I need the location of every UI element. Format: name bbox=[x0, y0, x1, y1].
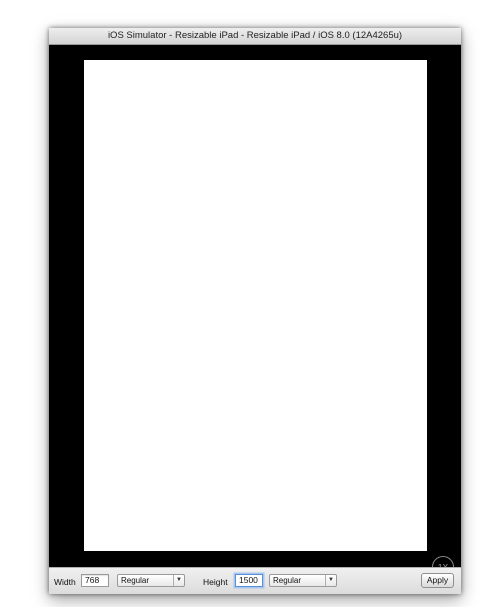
height-field[interactable]: 1500 bbox=[235, 574, 263, 587]
device-screen[interactable] bbox=[84, 60, 427, 551]
apply-button[interactable]: Apply bbox=[421, 573, 454, 588]
width-size-class-select[interactable]: Regular ▼ bbox=[117, 574, 185, 587]
width-label: Width bbox=[54, 577, 76, 587]
window-title: iOS Simulator - Resizable iPad - Resizab… bbox=[49, 28, 461, 45]
chevron-down-icon: ▼ bbox=[325, 575, 336, 586]
height-size-class-select[interactable]: Regular ▼ bbox=[269, 574, 337, 587]
size-control-bar: Width 768 Regular ▼ Height 1500 Regular … bbox=[49, 567, 461, 594]
device-bezel: 1X bbox=[49, 45, 461, 578]
width-size-class-value: Regular bbox=[121, 576, 150, 585]
height-label: Height bbox=[203, 577, 228, 587]
width-field[interactable]: 768 bbox=[81, 574, 109, 587]
simulator-window: iOS Simulator - Resizable iPad - Resizab… bbox=[49, 28, 461, 594]
height-size-class-value: Regular bbox=[273, 576, 302, 585]
chevron-down-icon: ▼ bbox=[173, 575, 184, 586]
